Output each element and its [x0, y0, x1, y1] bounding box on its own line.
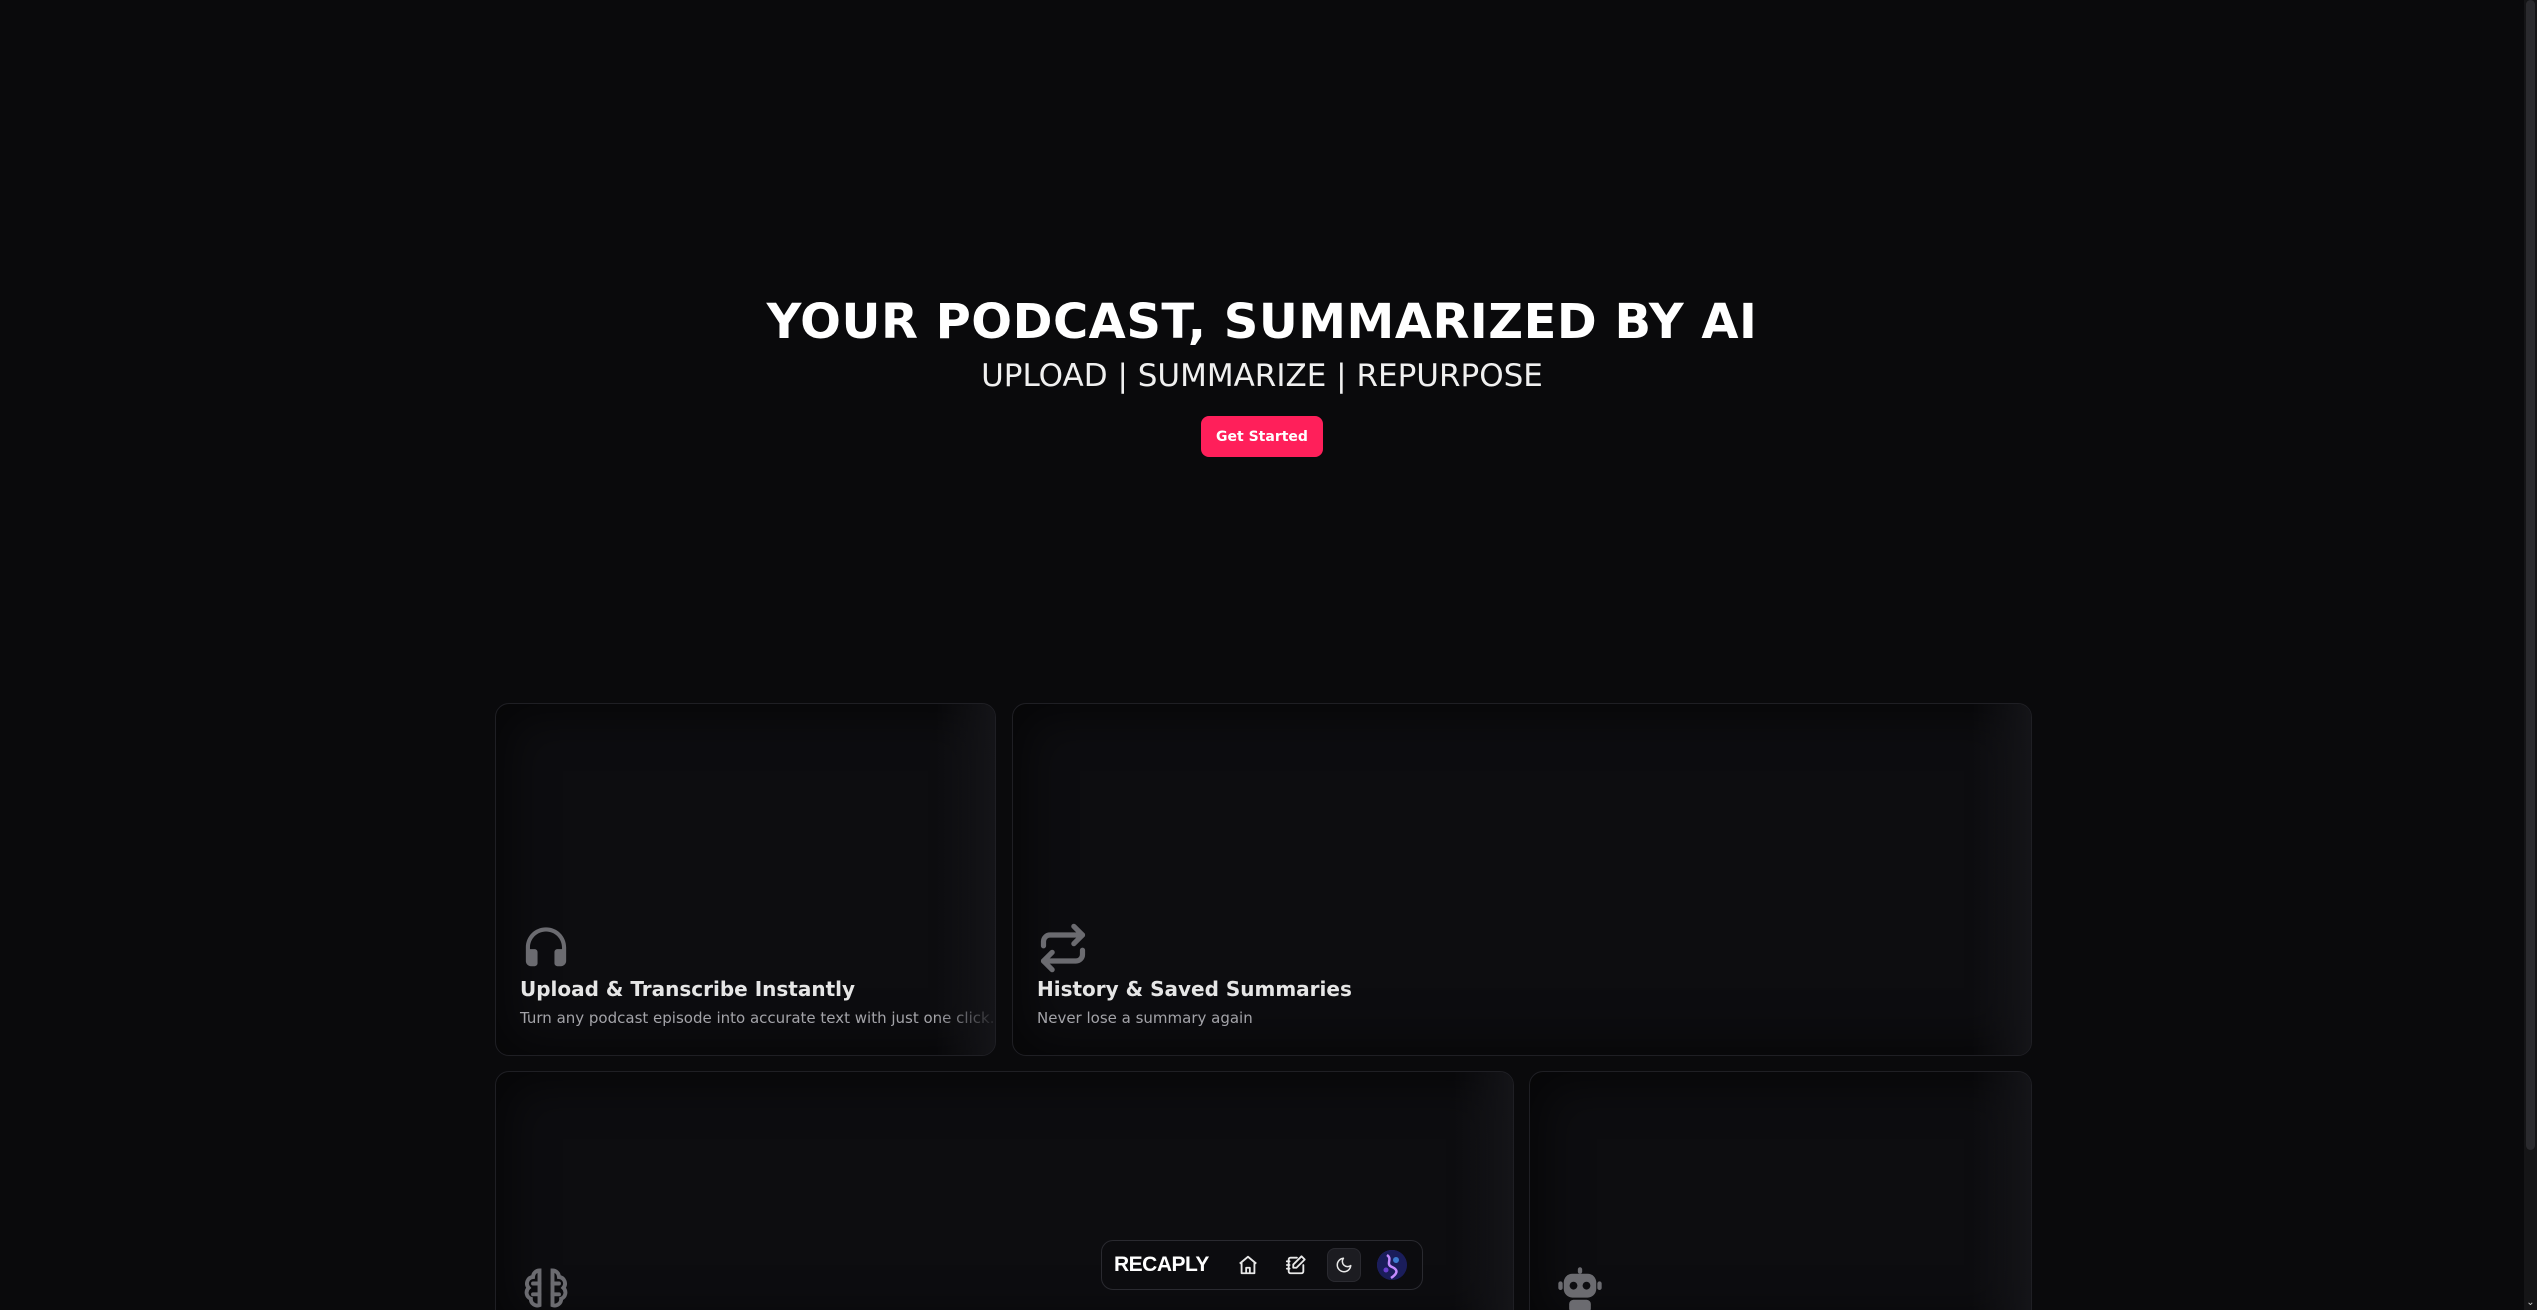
feature-card-upload: Upload & Transcribe Instantly Turn any p…	[495, 703, 996, 1056]
scrollbar-thumb[interactable]	[2526, 0, 2535, 1150]
card-description: Turn any podcast episode into accurate t…	[520, 1009, 995, 1027]
card-title: History & Saved Summaries	[1037, 977, 1352, 1001]
hero-subtitle: UPLOAD | SUMMARIZE | REPURPOSE	[981, 358, 1543, 394]
avatar[interactable]	[1376, 1250, 1407, 1280]
summarize-button[interactable]	[1279, 1248, 1313, 1282]
scroll-down-icon[interactable]: ⌄	[2525, 1297, 2536, 1308]
bottom-dock: RECAPLY	[1101, 1240, 1423, 1290]
home-button[interactable]	[1231, 1248, 1265, 1282]
get-started-button[interactable]: Get Started	[1201, 416, 1323, 457]
theme-toggle-button[interactable]	[1326, 1248, 1361, 1282]
brand-logo[interactable]: RECAPLY	[1114, 1253, 1209, 1277]
hero-section: YOUR PODCAST, SUMMARIZED BY AI UPLOAD | …	[0, 290, 2524, 457]
home-icon	[1237, 1254, 1259, 1276]
page-scrollbar[interactable]: ⌄	[2524, 0, 2537, 1310]
headphones-icon	[520, 922, 572, 974]
card-description: Never lose a summary again	[1037, 1009, 1253, 1027]
repeat-icon	[1037, 922, 1089, 974]
edit-icon	[1285, 1254, 1307, 1276]
moon-icon	[1335, 1256, 1353, 1274]
robot-icon	[1554, 1264, 1606, 1310]
feature-card-robot	[1529, 1071, 2032, 1310]
feature-card-history: History & Saved Summaries Never lose a s…	[1012, 703, 2032, 1056]
card-title: Upload & Transcribe Instantly	[520, 977, 856, 1001]
landing-page: YOUR PODCAST, SUMMARIZED BY AI UPLOAD | …	[0, 0, 2537, 1310]
hero-title: YOUR PODCAST, SUMMARIZED BY AI	[766, 294, 1758, 350]
brain-icon	[520, 1264, 572, 1310]
